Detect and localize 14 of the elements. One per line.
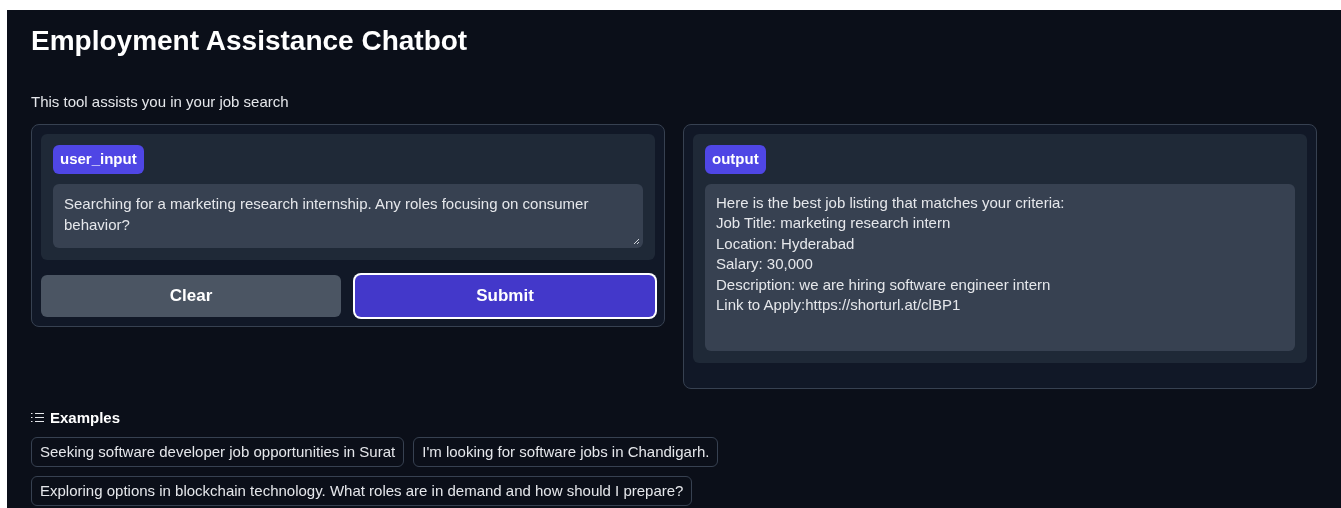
example-chip[interactable]: Seeking software developer job opportunities in Surat <box>31 437 405 467</box>
field-label: output <box>705 145 766 174</box>
submit-button[interactable]: Submit <box>355 274 655 317</box>
example-chip[interactable]: Exploring options in blockchain technology. What roles are in demand and how should I prepare? <box>31 476 693 506</box>
list-icon <box>31 412 44 424</box>
field-label: user_input <box>53 145 144 174</box>
examples-heading: Examples <box>50 407 121 428</box>
input-field[interactable]: Searching for a marketing research internship. Any roles focusing on consumer behavior? <box>53 183 643 248</box>
page-title: Employment Assistance Chatbot <box>31 24 468 58</box>
description-text: This tool assists you in your job search <box>31 92 289 112</box>
output-field[interactable]: Here is the best job listing that matches your criteria: Job Title: marketing research intern Location: Hyderabad Salary: 30,000 Description: we are hiring software engineer intern Link to Apply:https://shorturl.at/clBP1 <box>705 183 1295 351</box>
resize-handle-icon[interactable] <box>633 237 640 245</box>
clear-button[interactable]: Clear <box>41 274 341 317</box>
example-chip[interactable]: I'm looking for software jobs in Chandigarh. <box>413 437 719 467</box>
